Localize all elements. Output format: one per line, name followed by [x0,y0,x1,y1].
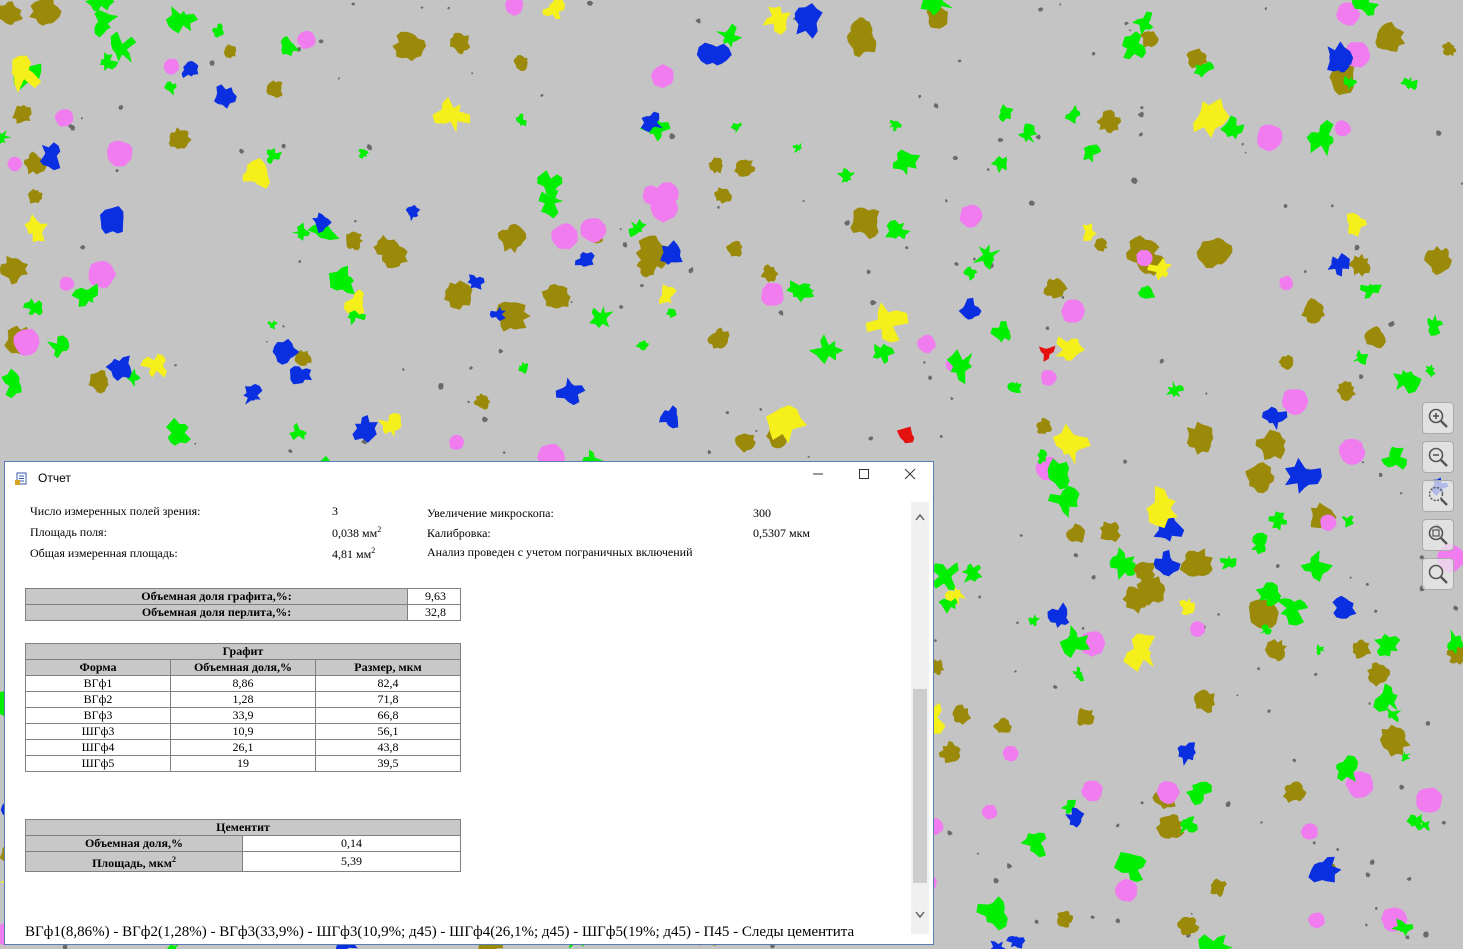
magnification-value: 300 [753,506,771,520]
table-cell: ШГф3 [25,723,171,740]
scroll-up-button[interactable] [911,508,929,526]
fields-count-label: Число измеренных полей зрения: [30,504,201,518]
vertical-scrollbar[interactable] [911,502,929,934]
report-app-icon [15,472,27,485]
table-cell: 19 [170,755,316,772]
scroll-down-button[interactable] [911,906,929,924]
table-cell: ВГф3 [25,707,171,724]
calibration-label: Калибровка: [427,526,491,540]
pearlite-fraction-label: Объемная доля перлита,%: [25,604,408,621]
pearlite-fraction-value: 32,8 [407,604,461,621]
total-area-value: 4,81 мм2 [332,546,376,561]
table-cell: ШГф4 [25,739,171,756]
close-icon [904,468,916,480]
window-titlebar[interactable]: Отчет [5,462,933,494]
calibration-value: 0,5307 мкм [753,526,811,540]
table-cell: 8,86 [170,675,316,692]
report-content: Число измеренных полей зрения: 3 Площадь… [6,494,910,942]
magnifier-icon [1428,564,1448,584]
zoom-area-button[interactable] [1422,480,1454,512]
table-cell: 71,8 [315,691,461,708]
cementite-area-value: 5,39 [242,851,461,872]
table-cell: ВГф1 [25,675,171,692]
column-header: Размер, мкм [315,659,461,676]
graphite-fraction-label: Объемная доля графита,%: [25,588,408,605]
chevron-up-icon [915,513,925,521]
zoom-out-icon [1428,447,1448,467]
table-cell: 39,5 [315,755,461,772]
close-button[interactable] [887,462,933,486]
particle [1136,250,1153,267]
report-window: Отчет Число измеренных полей зрения: 3 П… [4,461,934,945]
cementite-area-label: Площадь, мкм2 [25,851,243,872]
analysis-note: Анализ проведен с учетом пограничных вкл… [427,545,693,559]
table-row: Площадь, мкм2 5,39 [25,851,461,872]
minimize-icon [813,473,823,475]
cementite-table: Цементит Объемная доля,% 0,14 Площадь, м… [25,819,461,872]
maximize-button[interactable] [841,462,887,486]
window-title: Отчет [38,471,71,485]
particle [1077,708,1095,726]
table-cell: 1,28 [170,691,316,708]
table-row: Графит [25,643,461,660]
magnifier-button[interactable] [1422,558,1454,590]
cementite-fraction-label: Объемная доля,% [25,835,243,852]
zoom-out-button[interactable] [1422,441,1454,473]
zoom-area-icon [1428,486,1448,506]
scrollbar-thumb[interactable] [913,689,927,883]
total-area-label: Общая измеренная площадь: [30,546,178,560]
zoom-in-icon [1428,408,1448,428]
table-header-row: Форма Объемная доля,% Размер, мкм [25,659,461,676]
volume-fraction-table: Объемная доля графита,%: 9,63 Объемная д… [25,588,461,621]
table-cell: 43,8 [315,739,461,756]
graphite-table-title: Графит [25,643,461,660]
magnification-label: Увеличение микроскопа: [427,506,554,520]
chevron-down-icon [915,911,925,919]
zoom-toolbar [1422,402,1456,597]
table-row: Объемная доля,% 0,14 [25,835,461,852]
maximize-icon [859,469,869,479]
table-row: Цементит [25,819,461,836]
fields-count-value: 3 [332,504,338,518]
table-cell: ШГф5 [25,755,171,772]
zoom-in-button[interactable] [1422,402,1454,434]
table-row: ШГф3 10,9 56,1 [25,723,461,740]
zoom-fit-button[interactable] [1422,519,1454,551]
table-cell: 66,8 [315,707,461,724]
zoom-fit-icon [1428,525,1448,545]
table-cell: 82,4 [315,675,461,692]
graphite-table: Графит Форма Объемная доля,% Размер, мкм… [25,643,461,772]
column-header: Форма [25,659,171,676]
field-area-label: Площадь поля: [30,525,107,539]
table-row: ВГф1 8,86 82,4 [25,675,461,692]
cementite-fraction-value: 0,14 [242,835,461,852]
table-cell: 26,1 [170,739,316,756]
table-cell: 33,9 [170,707,316,724]
table-row: Объемная доля перлита,%: 32,8 [25,604,461,621]
field-area-value: 0,038 мм2 [332,525,382,540]
table-row: ШГф4 26,1 43,8 [25,739,461,756]
particle [449,434,465,450]
minimize-button[interactable] [795,462,841,486]
table-row: ШГф5 19 39,5 [25,755,461,772]
table-row: ВГф2 1,28 71,8 [25,691,461,708]
cementite-table-title: Цементит [25,819,461,836]
table-cell: ВГф2 [25,691,171,708]
table-cell: 10,9 [170,723,316,740]
table-row: ВГф3 33,9 66,8 [25,707,461,724]
classification-summary: ВГф1(8,86%) - ВГф2(1,28%) - ВГф3(33,9%) … [25,924,855,940]
graphite-fraction-value: 9,63 [407,588,461,605]
table-cell: 56,1 [315,723,461,740]
table-row: Объемная доля графита,%: 9,63 [25,588,461,605]
column-header: Объемная доля,% [170,659,316,676]
